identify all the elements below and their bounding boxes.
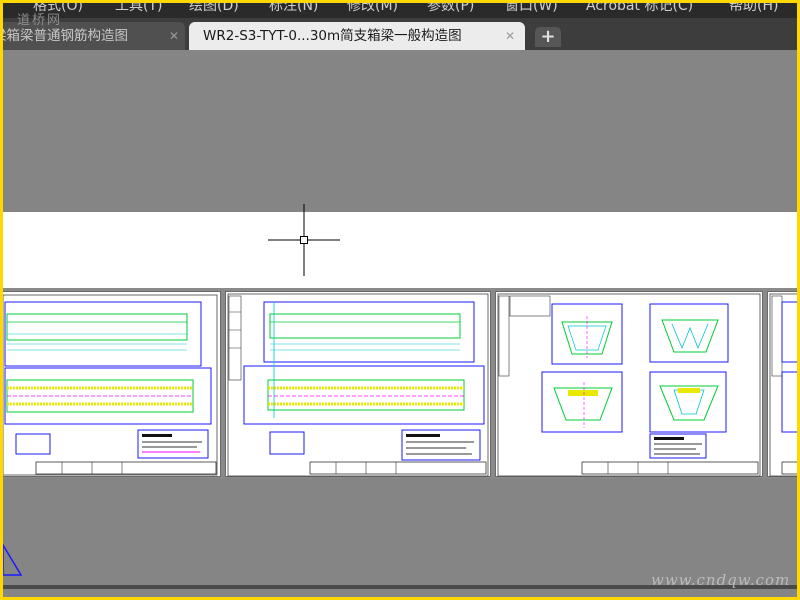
sheet-3-linework	[497, 293, 761, 477]
sheet-2-linework	[227, 293, 489, 477]
menu-dimension[interactable]: 标注(N)	[269, 3, 318, 14]
menu-window[interactable]: 窗口(W)	[505, 3, 558, 14]
watermark-url: www.cndqw.com	[651, 571, 791, 589]
close-icon[interactable]: ✕	[169, 22, 179, 50]
drawing-sheet-3[interactable]	[495, 291, 763, 477]
tab-label: WR2-S3-TYT-0...30m简支箱梁一般构造图	[203, 28, 462, 44]
new-tab-button[interactable]: +	[535, 27, 561, 47]
drawing-sheet-2[interactable]	[225, 291, 491, 477]
document-tab-general-structure[interactable]: WR2-S3-TYT-0...30m简支箱梁一般构造图 ✕	[189, 22, 525, 50]
drawing-sheet-1[interactable]	[3, 291, 221, 477]
application-window: 格式(O) 工具(T) 绘图(D) 标注(N) 修改(M) 参数(P) 窗口(W…	[3, 3, 797, 597]
menu-tools[interactable]: 工具(T)	[115, 3, 162, 14]
crosshair-cursor-icon	[268, 204, 340, 276]
sheet-1-linework	[3, 294, 218, 476]
watermark-logo: 道桥网	[17, 13, 63, 28]
menu-acrobat-markup[interactable]: Acrobat 标记(C)	[586, 3, 693, 14]
paper-space-background	[3, 212, 797, 288]
tab-label: 梁箱梁普通钢筋构造图	[3, 28, 128, 44]
menu-parametric[interactable]: 参数(P)	[427, 3, 474, 14]
menu-draw[interactable]: 绘图(D)	[189, 3, 239, 14]
document-tab-bar: 梁箱梁普通钢筋构造图 ✕ WR2-S3-TYT-0...30m简支箱梁一般构造图…	[3, 18, 797, 50]
menu-modify[interactable]: 修改(M)	[347, 3, 398, 14]
menu-help[interactable]: 帮助(H)	[729, 3, 778, 14]
drawing-sheet-4[interactable]	[767, 291, 797, 477]
menu-bar: 格式(O) 工具(T) 绘图(D) 标注(N) 修改(M) 参数(P) 窗口(W…	[3, 3, 797, 18]
sheet-4-linework	[769, 293, 797, 477]
close-icon[interactable]: ✕	[505, 22, 515, 50]
ucs-triangle-icon	[3, 543, 23, 576]
